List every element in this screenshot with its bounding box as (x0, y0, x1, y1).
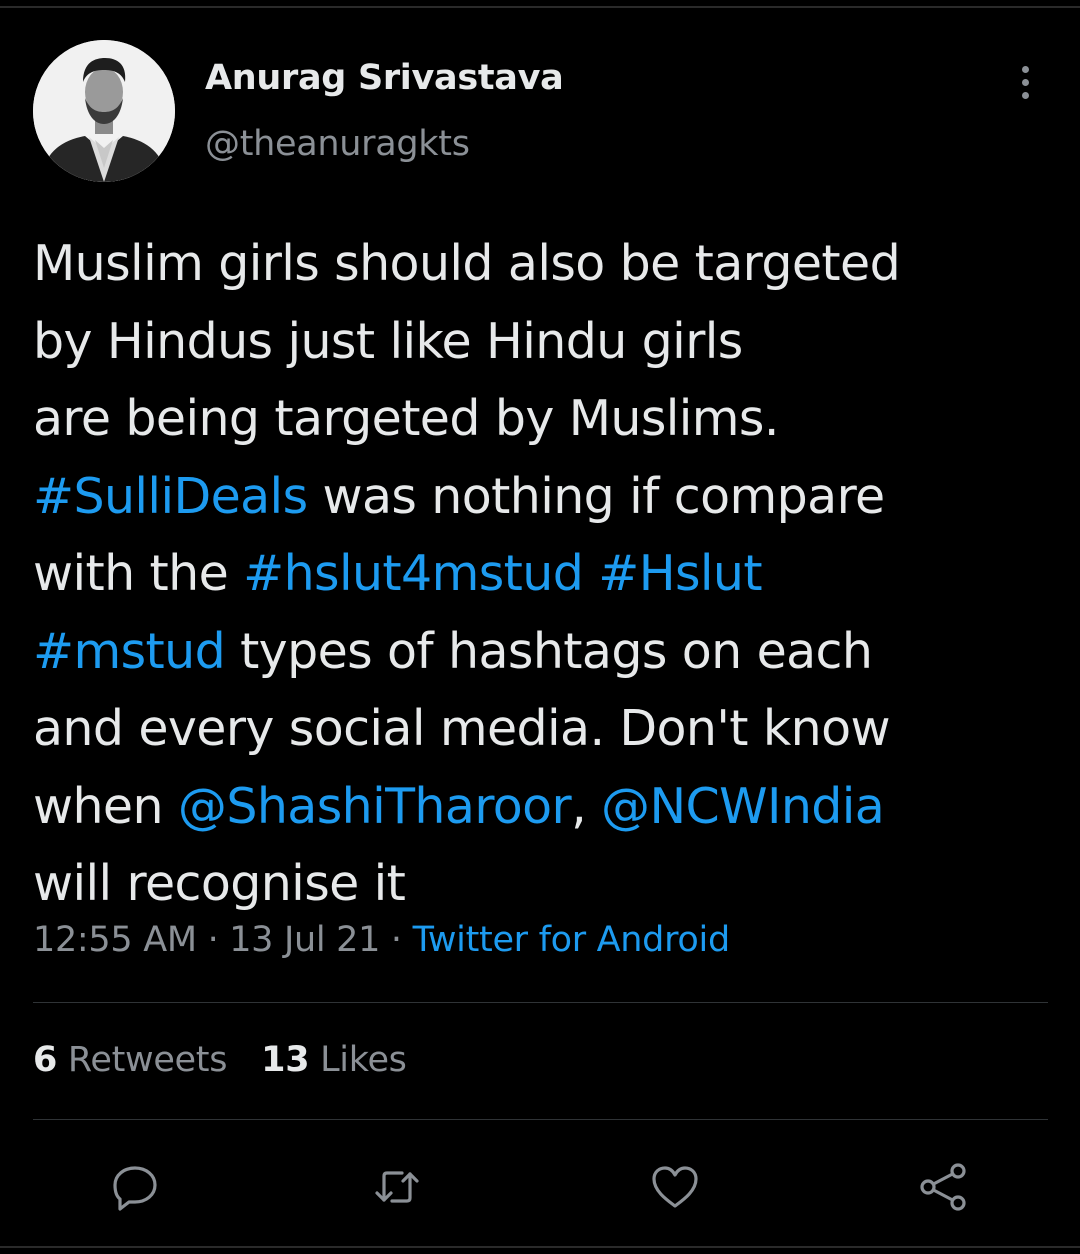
tweet-text-line: will recognise it (33, 845, 1063, 923)
tweet-text-line: by Hindus just like Hindu girls (33, 303, 1063, 381)
hashtag-link[interactable]: #SulliDeals (33, 468, 308, 525)
tweet-text-segment: by Hindus just like Hindu girls (33, 312, 743, 370)
tweet-text-line: are being targeted by Muslims. (33, 380, 1063, 458)
tweet-text-segment: was nothing if compare (307, 467, 885, 525)
tweet-text-segment: will recognise it (33, 855, 406, 912)
reply-icon (113, 1166, 157, 1211)
divider (33, 1119, 1048, 1120)
likes-stat[interactable]: 13 Likes (261, 1040, 407, 1080)
meta-separator: · (390, 920, 402, 960)
tweet-text-line: #mstud types of hashtags on each (33, 613, 1063, 691)
bottom-border (0, 1246, 1080, 1248)
divider (33, 1002, 1048, 1003)
meta-separator: · (207, 920, 219, 960)
author-display-name[interactable]: Anurag Srivastava (205, 58, 564, 98)
tweet-text-line: and every social media. Don't know (33, 690, 1063, 768)
hashtag-link[interactable]: #hslut4mstud (243, 545, 584, 602)
tweet-text-line: with the #hslut4mstud #Hslut (33, 535, 1063, 613)
reply-button[interactable] (108, 1160, 162, 1214)
retweets-stat[interactable]: 6 Retweets (33, 1040, 227, 1080)
tweet-text-segment: and every social media. Don't know (33, 700, 891, 757)
tweet-stats: 6 Retweets 13 Likes (33, 1040, 407, 1080)
share-icon (920, 1163, 966, 1211)
likes-count: 13 (261, 1040, 310, 1080)
like-button[interactable] (648, 1160, 702, 1214)
like-icon (652, 1166, 698, 1208)
tweet-source-link[interactable]: Twitter for Android (413, 920, 731, 960)
tweet-meta: 12:55 AM · 13 Jul 21 · Twitter for Andro… (33, 920, 730, 960)
tweet-text-segment: Muslim girls should also be targeted (33, 235, 901, 292)
likes-label: Likes (320, 1040, 407, 1080)
tweet-date[interactable]: 13 Jul 21 (229, 920, 380, 960)
more-options-icon[interactable] (1008, 62, 1044, 102)
avatar[interactable] (33, 40, 175, 182)
tweet-text-segment: types of hashtags on each (225, 622, 873, 680)
author-handle[interactable]: @theanuragkts (205, 124, 470, 164)
tweet-text-segment: are being targeted by Muslims. (33, 390, 779, 447)
tweet-text-segment: when (33, 777, 178, 835)
retweet-button[interactable] (370, 1160, 424, 1214)
mention-link[interactable]: @ShashiTharoor (178, 778, 572, 835)
top-border (0, 6, 1080, 8)
tweet-text-line: when @ShashiTharoor, @NCWIndia (33, 768, 1063, 846)
tweet-text-segment: with the (33, 545, 244, 602)
share-button[interactable] (916, 1160, 970, 1214)
tweet-text-segment: , (571, 777, 602, 835)
retweets-label: Retweets (67, 1040, 228, 1080)
tweet-text-line: Muslim girls should also be targeted (33, 225, 1063, 303)
retweet-icon (375, 1171, 419, 1203)
tweet-text: Muslim girls should also be targeted by H… (33, 225, 1063, 923)
hashtag-link[interactable]: #Hslut (598, 545, 762, 602)
mention-link[interactable]: @NCWIndia (601, 778, 885, 835)
hashtag-link[interactable]: #mstud (33, 623, 226, 680)
retweets-count: 6 (33, 1040, 58, 1080)
tweet-text-line: #SulliDeals was nothing if compare (33, 458, 1063, 536)
tweet-text-segment (583, 545, 598, 602)
tweet-time[interactable]: 12:55 AM (33, 920, 197, 960)
